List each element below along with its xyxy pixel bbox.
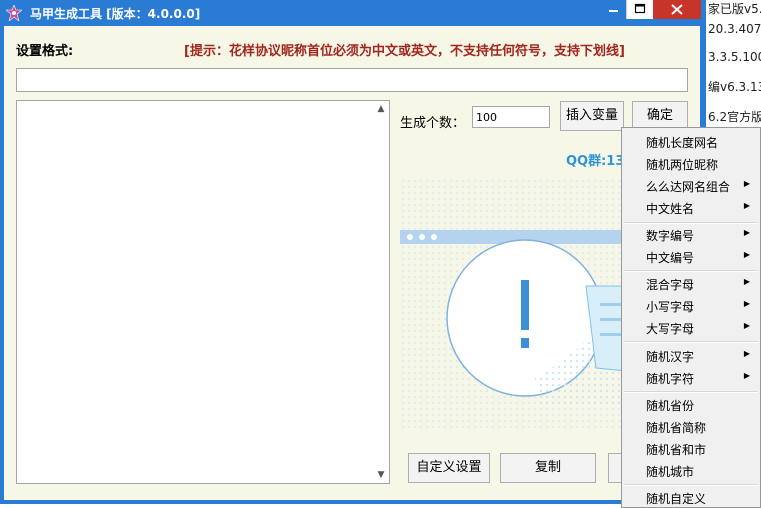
menu-item[interactable]: 中文编号 ▶ xyxy=(622,245,760,267)
count-label: 生成个数： xyxy=(400,116,466,131)
copy-button[interactable]: 复制 xyxy=(500,453,596,483)
scroll-up-icon[interactable]: ▲ xyxy=(375,103,387,115)
app-star-icon xyxy=(6,5,22,21)
hint-text: [提示：花样协议昵称首位必须为中文或英文，不支持任何符号，支持下划线] xyxy=(184,44,625,59)
format-input[interactable] xyxy=(16,68,688,92)
qq-group-text: QQ群:13 xyxy=(566,154,625,169)
main-panel: 设置格式: [提示：花样协议昵称首位必须为中文或英文，不支持任何符号，支持下划线… xyxy=(4,26,700,500)
count-input[interactable]: 100 xyxy=(472,106,550,128)
submenu-arrow-icon: ▶ xyxy=(743,228,750,237)
minimize-icon xyxy=(609,10,618,12)
window-title: 马甲生成工具 [版本：4.0.0.0] xyxy=(30,7,201,21)
menu-item[interactable]: 混合字母 ▶ xyxy=(622,272,760,294)
submenu-arrow-icon: ▶ xyxy=(743,349,750,358)
insert-variable-menu: 随机长度网名 随机两位昵称 么么达网名组合 ▶ 中文姓名 ▶ 数字编号 ▶ 中文编号 ▶… xyxy=(621,127,761,508)
menu-item[interactable]: 随机自定义 xyxy=(622,486,760,508)
format-label: 设置格式: xyxy=(16,44,74,59)
custom-settings-button[interactable]: 自定义设置 xyxy=(408,453,490,483)
menu-separator xyxy=(624,341,758,343)
insert-variable-button[interactable]: 插入变量 xyxy=(560,101,624,131)
close-icon xyxy=(671,4,683,15)
background-text-line: 6.2官方版 xyxy=(708,110,761,124)
menu-item[interactable]: 随机汉字 ▶ xyxy=(622,344,760,366)
submenu-arrow-icon: ▶ xyxy=(743,321,750,330)
submenu-arrow-icon: ▶ xyxy=(743,179,750,188)
background-text-line: 编v6.3.130 xyxy=(708,80,761,94)
submenu-arrow-icon: ▶ xyxy=(743,277,750,286)
menu-item[interactable]: 大写字母 ▶ xyxy=(622,316,760,338)
menu-item[interactable]: 随机省简称 xyxy=(622,415,760,437)
menu-item[interactable]: 中文姓名 ▶ xyxy=(622,196,760,218)
menu-item[interactable]: 随机省和市 xyxy=(622,437,760,459)
background-text-line: 家已版v5.1 xyxy=(708,2,761,16)
menu-item[interactable]: 随机长度网名 xyxy=(622,130,760,152)
close-button[interactable] xyxy=(653,0,701,19)
menu-item[interactable]: 么么达网名组合 ▶ xyxy=(622,174,760,196)
submenu-arrow-icon: ▶ xyxy=(743,201,750,210)
submenu-arrow-icon: ▶ xyxy=(743,371,750,380)
minimize-button[interactable] xyxy=(600,0,626,19)
background-text-line: 3.3.5.100 xyxy=(708,50,761,64)
menu-item[interactable]: 随机省份 xyxy=(622,393,760,415)
menu-item[interactable]: 随机城市 xyxy=(622,459,760,481)
scroll-down-icon[interactable]: ▼ xyxy=(375,469,387,481)
menu-item[interactable]: 随机字符 ▶ xyxy=(622,366,760,388)
submenu-arrow-icon: ▶ xyxy=(743,299,750,308)
menu-item[interactable]: 随机两位昵称 xyxy=(622,152,760,174)
maximize-button[interactable] xyxy=(626,0,654,19)
submenu-arrow-icon: ▶ xyxy=(743,250,750,259)
menu-item[interactable]: 数字编号 ▶ xyxy=(622,223,760,245)
maximize-icon xyxy=(634,3,646,14)
background-text-line: 20.3.407官 xyxy=(708,22,761,36)
menu-item[interactable]: 小写字母 ▶ xyxy=(622,294,760,316)
app-window: 马甲生成工具 [版本：4.0.0.0] 设置格式: [提示：花样协议昵称首位必须… xyxy=(0,0,706,504)
title-bar[interactable]: 马甲生成工具 [版本：4.0.0.0] xyxy=(0,0,706,26)
output-textarea[interactable]: ▲ ▼ xyxy=(16,100,390,484)
